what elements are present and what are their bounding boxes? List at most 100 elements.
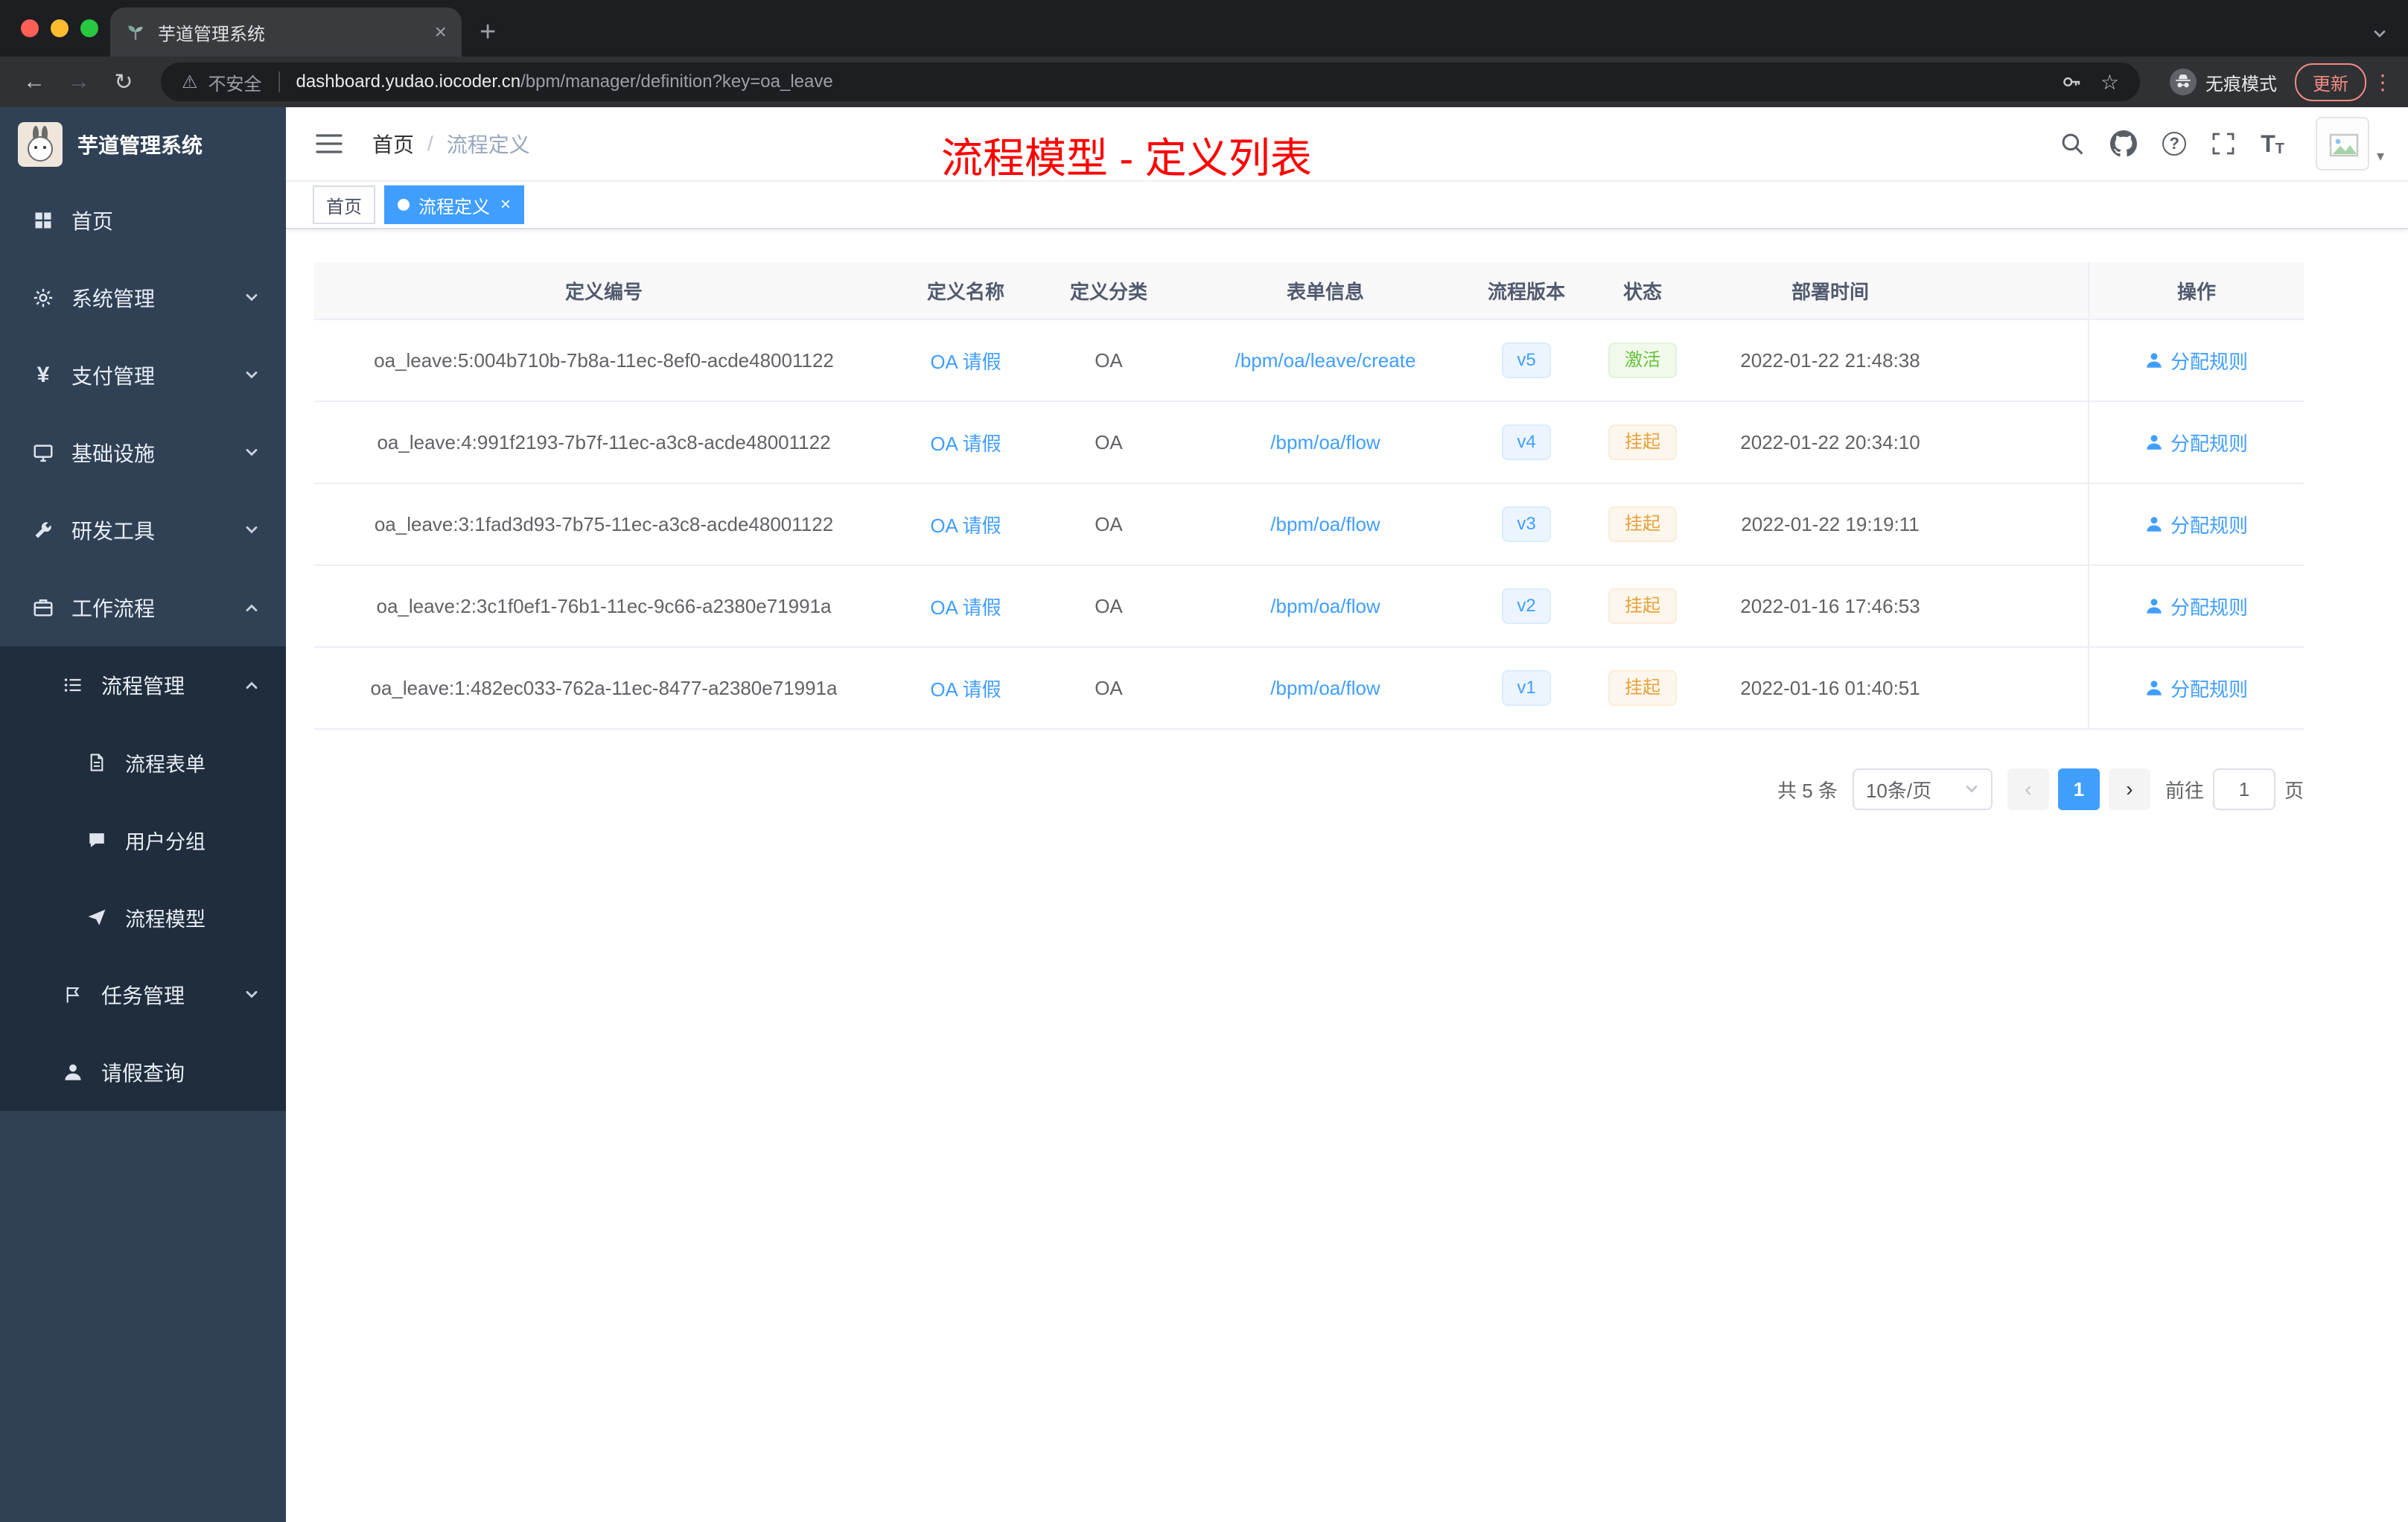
sidebar-item-process-model[interactable]: 流程模型 <box>0 879 286 956</box>
app-title: 芋道管理系统 <box>77 134 203 157</box>
browser-tabstrip: 芋道管理系统 <box>0 0 2408 57</box>
github-icon[interactable] <box>2110 130 2138 157</box>
form-link[interactable]: /bpm/oa/flow <box>1270 431 1380 454</box>
assign-rule-link[interactable]: 分配规则 <box>2145 511 2248 538</box>
sidebar-item-user-group[interactable]: 用户分组 <box>0 801 286 879</box>
browser-toolbar: 不安全 dashboard.yudao.iocoder.cn/bpm/manag… <box>0 57 2408 107</box>
col-filler <box>1957 262 2088 319</box>
avatar-caret-icon <box>2377 147 2384 165</box>
assign-rule-link[interactable]: 分配规则 <box>2145 347 2248 375</box>
definition-name-link[interactable]: OA 请假 <box>930 429 1001 456</box>
tab-search-icon[interactable] <box>2372 27 2387 42</box>
wrench-icon <box>30 520 57 541</box>
next-page-button[interactable] <box>2108 768 2150 810</box>
back-button[interactable] <box>15 69 54 95</box>
cell-actions: 分配规则 <box>2088 648 2304 728</box>
breadcrumb-home[interactable]: 首页 <box>372 129 414 159</box>
tag-close-icon[interactable] <box>500 196 511 214</box>
assign-rule-link[interactable]: 分配规则 <box>2145 429 2248 456</box>
goto-unit: 页 <box>2284 779 2304 802</box>
sidebar-item-leave-query[interactable]: 请假查询 <box>0 1034 286 1111</box>
sidebar-toggle-icon[interactable] <box>310 126 348 162</box>
tags-view: 首页 流程定义 <box>286 182 2408 229</box>
chevron-down-icon <box>244 523 259 538</box>
address-bar[interactable]: 不安全 dashboard.yudao.iocoder.cn/bpm/manag… <box>161 63 2140 101</box>
form-link[interactable]: /bpm/oa/leave/create <box>1235 349 1416 372</box>
update-button[interactable]: 更新 <box>2295 63 2366 101</box>
sidebar-item-task-management[interactable]: 任务管理 <box>0 956 286 1034</box>
tab-close-icon[interactable] <box>435 22 447 42</box>
window-controls <box>21 19 98 37</box>
tab-title: 芋道管理系统 <box>158 24 265 45</box>
cell-category: OA <box>1095 430 1123 453</box>
page-url: dashboard.yudao.iocoder.cn/bpm/manager/d… <box>296 71 833 92</box>
cell-filler <box>1957 320 2088 401</box>
definition-name-link[interactable]: OA 请假 <box>930 675 1001 702</box>
user-icon <box>2147 517 2162 532</box>
new-tab-button[interactable] <box>480 18 496 46</box>
sidebar-item-payment[interactable]: 支付管理 <box>0 337 286 414</box>
sidebar-item-devtools[interactable]: 研发工具 <box>0 491 286 569</box>
maximize-window-button[interactable] <box>80 19 98 37</box>
assign-rule-link[interactable]: 分配规则 <box>2145 675 2248 702</box>
reload-button[interactable] <box>104 69 143 95</box>
dashboard-icon <box>30 210 57 231</box>
fullscreen-icon[interactable] <box>2211 132 2235 156</box>
cell-actions: 分配规则 <box>2088 566 2304 646</box>
sidebar-item-infrastructure[interactable]: 基础设施 <box>0 414 286 491</box>
sidebar-item-process-management[interactable]: 流程管理 <box>0 646 286 724</box>
forward-button[interactable] <box>60 69 98 95</box>
form-link[interactable]: /bpm/oa/flow <box>1270 677 1380 700</box>
cell-actions: 分配规则 <box>2088 402 2304 483</box>
definition-name-link[interactable]: OA 请假 <box>930 593 1001 620</box>
content-area: 首页 / 流程定义 流程模型 - 定义列表 TT <box>286 107 2408 1522</box>
search-icon[interactable] <box>2060 131 2085 156</box>
goto-page: 前往 页 <box>2165 768 2304 810</box>
sidebar-item-process-form[interactable]: 流程表单 <box>0 724 286 801</box>
sidebar-item-workflow[interactable]: 工作流程 <box>0 569 286 646</box>
form-link[interactable]: /bpm/oa/flow <box>1270 595 1380 618</box>
sidebar-logo[interactable]: 芋道管理系统 <box>0 107 286 182</box>
sidebar-item-label: 流程管理 <box>101 675 185 698</box>
pagination: 共 5 条 10条/页 1 前往 页 <box>314 768 2304 810</box>
definition-name-link[interactable]: OA 请假 <box>930 511 1001 538</box>
browser-menu-icon[interactable] <box>2372 70 2393 95</box>
table-row: oa_leave:4:991f2193-7b7f-11ec-a3c8-acde4… <box>314 402 2304 484</box>
sidebar-item-label: 工作流程 <box>71 597 156 620</box>
logo-avatar <box>18 122 63 167</box>
tag-label: 首页 <box>326 197 362 217</box>
font-size-icon[interactable]: TT <box>2261 130 2284 158</box>
user-icon <box>2147 599 2162 614</box>
form-link[interactable]: /bpm/oa/flow <box>1270 513 1380 536</box>
goto-page-input[interactable] <box>2212 768 2275 810</box>
tag-home[interactable]: 首页 <box>313 185 375 224</box>
cell-definition-id: oa_leave:5:004b710b-7b8a-11ec-8ef0-acde4… <box>374 348 834 372</box>
page-number-button[interactable]: 1 <box>2057 768 2100 810</box>
page-size-select[interactable]: 10条/页 <box>1852 768 1993 810</box>
close-window-button[interactable] <box>21 19 39 37</box>
sidebar-item-label: 首页 <box>71 210 114 233</box>
bookmark-star-icon[interactable] <box>2100 70 2119 95</box>
security-label[interactable]: 不安全 <box>208 69 262 95</box>
breadcrumb-current: 流程定义 <box>446 133 530 156</box>
tag-current[interactable]: 流程定义 <box>384 185 525 224</box>
col-form-info: 表单信息 <box>1286 280 1364 303</box>
col-definition-category: 定义分类 <box>1069 280 1147 303</box>
sidebar-item-label: 流程表单 <box>125 753 206 776</box>
help-icon[interactable] <box>2162 132 2187 156</box>
col-definition-id: 定义编号 <box>564 280 643 303</box>
chevron-down-icon <box>244 987 259 1002</box>
assign-rule-link[interactable]: 分配规则 <box>2145 593 2248 620</box>
definition-name-link[interactable]: OA 请假 <box>930 347 1001 375</box>
sidebar-item-system[interactable]: 系统管理 <box>0 259 286 337</box>
sidebar-item-label: 流程模型 <box>125 908 206 931</box>
version-tag: v4 <box>1502 424 1551 460</box>
browser-tab[interactable]: 芋道管理系统 <box>110 7 462 57</box>
urlbar-actions <box>2060 70 2119 95</box>
user-avatar[interactable] <box>2315 117 2384 171</box>
password-key-icon[interactable] <box>2060 71 2083 93</box>
user-icon <box>2147 353 2162 368</box>
sidebar-item-home[interactable]: 首页 <box>0 182 286 259</box>
minimize-window-button[interactable] <box>51 19 69 37</box>
prev-page-button[interactable] <box>2007 768 2049 810</box>
